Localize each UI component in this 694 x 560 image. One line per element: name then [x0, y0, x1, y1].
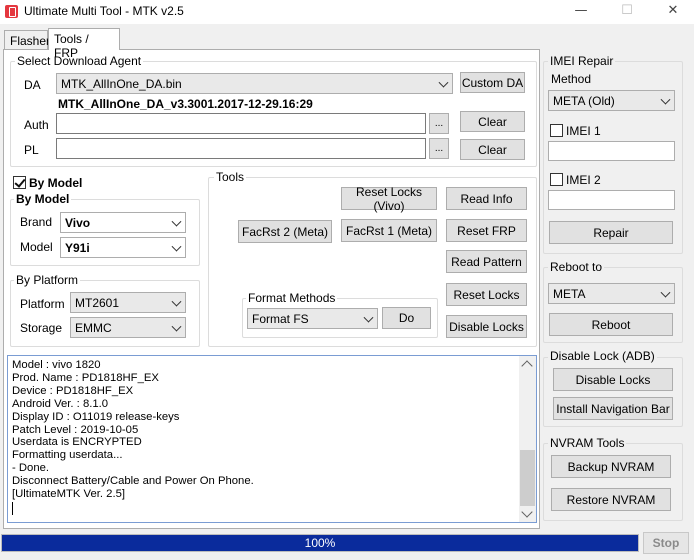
nvram-tools-label: NVRAM Tools: [548, 436, 627, 450]
window-title: Ultimate Multi Tool - MTK v2.5: [24, 4, 184, 18]
progress-bar: 100%: [1, 534, 639, 552]
disable-lock-adb-label: Disable Lock (ADB): [548, 349, 657, 363]
platform-select[interactable]: MT2601: [70, 292, 186, 313]
tools-group-label: Tools: [214, 170, 247, 184]
pl-input[interactable]: [56, 138, 426, 159]
progress-label: 100%: [304, 536, 336, 550]
pl-browse-button[interactable]: ...: [429, 138, 449, 159]
imei-repair-label: IMEI Repair: [548, 54, 616, 68]
brand-select-value: Vivo: [65, 215, 91, 230]
repair-button[interactable]: Repair: [549, 221, 673, 244]
storage-label: Storage: [20, 321, 63, 335]
chevron-down-icon: [171, 216, 182, 227]
da-select-value: MTK_AllInOne_DA.bin: [61, 76, 182, 91]
disable-locks-button[interactable]: Disable Locks: [446, 315, 527, 338]
da-info: MTK_AllInOne_DA_v3.3001.2017-12-29.16:29: [58, 97, 313, 111]
reboot-mode-value: META: [553, 286, 586, 301]
auth-input[interactable]: [56, 113, 426, 134]
reboot-label: Reboot to: [548, 260, 605, 274]
da-label: DA: [24, 78, 41, 92]
reset-locks-vivo-button[interactable]: Reset Locks (Vivo): [341, 185, 437, 213]
minimize-button[interactable]: —: [558, 0, 604, 24]
method-label: Method: [551, 72, 592, 86]
imei1-label: IMEI 1: [566, 124, 601, 138]
auth-browse-button[interactable]: ...: [429, 113, 449, 134]
read-pattern-button[interactable]: Read Pattern: [446, 250, 527, 273]
by-model-checkbox-label: By Model: [29, 176, 83, 190]
chevron-down-icon: [171, 296, 182, 307]
da-select[interactable]: MTK_AllInOne_DA.bin: [56, 73, 453, 94]
platform-label: Platform: [20, 297, 65, 311]
reboot-mode-select[interactable]: META: [548, 283, 675, 304]
scroll-thumb[interactable]: [520, 450, 535, 506]
custom-da-button[interactable]: Custom DA: [460, 72, 525, 93]
model-select-value: Y91i: [65, 240, 90, 255]
facrst2-meta-button[interactable]: FacRst 2 (Meta): [238, 220, 332, 243]
tab-flasher[interactable]: Flasher: [4, 30, 50, 49]
restore-nvram-button[interactable]: Restore NVRAM: [551, 488, 671, 511]
chevron-down-icon: [171, 241, 182, 252]
log-scrollbar[interactable]: [519, 356, 536, 522]
format-methods-label: Format Methods: [246, 291, 338, 305]
imei-method-value: META (Old): [553, 93, 615, 108]
auth-clear-button[interactable]: Clear: [460, 111, 525, 132]
title-bar: Ultimate Multi Tool - MTK v2.5 — ☐ ✕: [0, 0, 694, 24]
tab-tools-frp[interactable]: Tools / FRP: [48, 28, 120, 60]
chevron-down-icon: [660, 94, 671, 105]
read-info-button[interactable]: Read Info: [446, 187, 527, 210]
by-model-checkbox[interactable]: [13, 176, 26, 189]
imei1-input[interactable]: [548, 141, 675, 161]
stop-button[interactable]: Stop: [643, 532, 689, 554]
scroll-up-arrow-icon[interactable]: [521, 360, 533, 372]
scroll-down-arrow-icon[interactable]: [521, 506, 533, 518]
reset-frp-button[interactable]: Reset FRP: [446, 219, 527, 242]
reboot-button[interactable]: Reboot: [549, 313, 673, 336]
log-text: Model : vivo 1820 Prod. Name : PD1818HF_…: [12, 359, 254, 501]
imei-method-select[interactable]: META (Old): [548, 90, 675, 111]
auth-label: Auth: [24, 118, 49, 132]
install-navigation-bar-button[interactable]: Install Navigation Bar: [553, 397, 673, 420]
chevron-down-icon: [363, 312, 374, 323]
log-output[interactable]: Model : vivo 1820 Prod. Name : PD1818HF_…: [7, 355, 537, 523]
reset-locks-button[interactable]: Reset Locks: [446, 283, 527, 306]
adb-disable-locks-button[interactable]: Disable Locks: [553, 368, 673, 391]
storage-select[interactable]: EMMC: [70, 317, 186, 338]
format-method-value: Format FS: [252, 311, 309, 326]
brand-select[interactable]: Vivo: [60, 212, 186, 233]
chevron-down-icon: [660, 287, 671, 298]
maximize-button[interactable]: ☐: [604, 0, 650, 24]
imei2-input[interactable]: [548, 190, 675, 210]
chevron-down-icon: [171, 321, 182, 332]
chevron-down-icon: [438, 77, 449, 88]
format-method-select[interactable]: Format FS: [247, 308, 378, 329]
text-caret: [12, 502, 13, 515]
brand-label: Brand: [20, 215, 53, 229]
backup-nvram-button[interactable]: Backup NVRAM: [551, 455, 671, 478]
imei1-checkbox[interactable]: [550, 124, 563, 137]
pl-label: PL: [24, 143, 39, 157]
model-select[interactable]: Y91i: [60, 237, 186, 258]
imei2-checkbox[interactable]: [550, 173, 563, 186]
facrst1-meta-button[interactable]: FacRst 1 (Meta): [341, 219, 437, 242]
imei2-label: IMEI 2: [566, 173, 601, 187]
storage-select-value: EMMC: [75, 320, 112, 335]
close-button[interactable]: ✕: [650, 0, 694, 24]
platform-select-value: MT2601: [75, 295, 120, 310]
by-model-group-label: By Model: [14, 192, 72, 206]
app-icon: [5, 5, 18, 18]
download-agent-label: Select Download Agent: [15, 54, 144, 68]
model-label: Model: [20, 240, 53, 254]
by-platform-label: By Platform: [14, 273, 81, 287]
do-button[interactable]: Do: [382, 307, 431, 329]
pl-clear-button[interactable]: Clear: [460, 139, 525, 160]
